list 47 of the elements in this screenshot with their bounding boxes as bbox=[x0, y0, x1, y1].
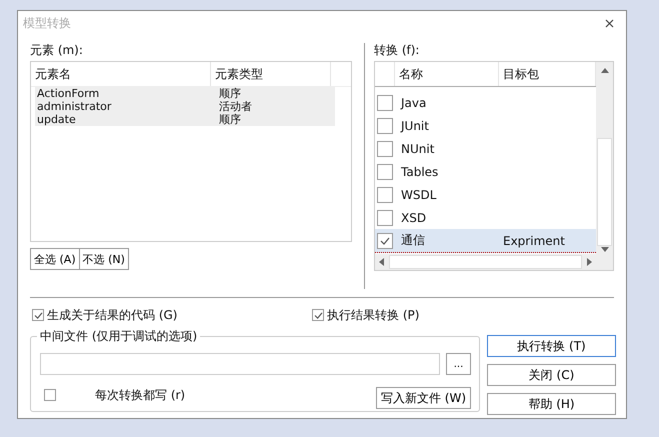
check-icon bbox=[34, 312, 42, 318]
always-write-label: 每次转换都写 (r) bbox=[95, 386, 186, 404]
action-button[interactable]: 执行转换 (T) bbox=[487, 335, 616, 357]
element-row[interactable]: ActionForm 顺序 bbox=[35, 87, 335, 100]
check-icon bbox=[314, 312, 322, 318]
write-new-file-button[interactable]: 写入新文件 (W) bbox=[376, 387, 471, 409]
scroll-right-icon[interactable] bbox=[586, 258, 592, 266]
checkbox[interactable] bbox=[377, 186, 393, 202]
transform-row[interactable]: NUnit bbox=[375, 137, 596, 160]
file-path-field[interactable] bbox=[40, 353, 440, 375]
transform-row[interactable]: Tables bbox=[375, 160, 596, 183]
horizontal-scrollbar[interactable] bbox=[375, 254, 596, 270]
select-button[interactable]: 不选 (N) bbox=[78, 248, 129, 270]
transform-row[interactable]: XSD bbox=[375, 206, 596, 229]
checkbox[interactable] bbox=[377, 140, 393, 156]
transform-row[interactable]: WSDL bbox=[375, 183, 596, 206]
checkbox[interactable] bbox=[377, 94, 393, 110]
scroll-left-icon[interactable] bbox=[379, 258, 385, 266]
vertical-scrollbar[interactable] bbox=[596, 62, 613, 270]
select-button[interactable]: 全选 (A) bbox=[30, 248, 80, 270]
checkbox-label[interactable]: 生成关于结果的代码 (G) bbox=[47, 306, 178, 324]
action-button[interactable]: 关闭 (C) bbox=[487, 364, 616, 386]
browse-button[interactable]: ... bbox=[446, 353, 471, 375]
checkbox[interactable] bbox=[312, 309, 324, 321]
always-write-checkbox[interactable] bbox=[44, 389, 56, 401]
element-row[interactable]: administrator 活动者 bbox=[35, 100, 335, 113]
checkbox[interactable] bbox=[377, 164, 393, 180]
checkbox-label[interactable]: 执行结果转换 (P) bbox=[327, 306, 420, 324]
column-header[interactable]: 元素类型 bbox=[211, 62, 331, 86]
transform-row[interactable]: JUnit bbox=[375, 114, 596, 137]
group-title: 中间文件 (仅用于调试的选项) bbox=[37, 328, 200, 345]
transforms-label: 转换 (f): bbox=[374, 43, 420, 58]
action-button[interactable]: 帮助 (H) bbox=[487, 393, 616, 415]
checkbox[interactable] bbox=[377, 118, 393, 134]
transform-row[interactable]: 通信 Expriment bbox=[375, 229, 596, 253]
transform-row[interactable]: Java bbox=[375, 91, 596, 114]
column-header[interactable]: 名称 bbox=[395, 62, 499, 86]
close-icon[interactable] bbox=[605, 18, 614, 28]
column-header[interactable]: 元素名 bbox=[31, 62, 211, 86]
check-icon bbox=[380, 236, 390, 244]
checkbox[interactable] bbox=[377, 232, 393, 248]
scroll-up-icon[interactable] bbox=[600, 68, 608, 74]
elements-label: 元素 (m): bbox=[30, 43, 84, 58]
checkbox[interactable] bbox=[32, 309, 44, 321]
window-title: 模型转换 bbox=[23, 14, 71, 32]
checkbox[interactable] bbox=[377, 210, 393, 226]
element-row[interactable]: update 顺序 bbox=[35, 113, 335, 126]
